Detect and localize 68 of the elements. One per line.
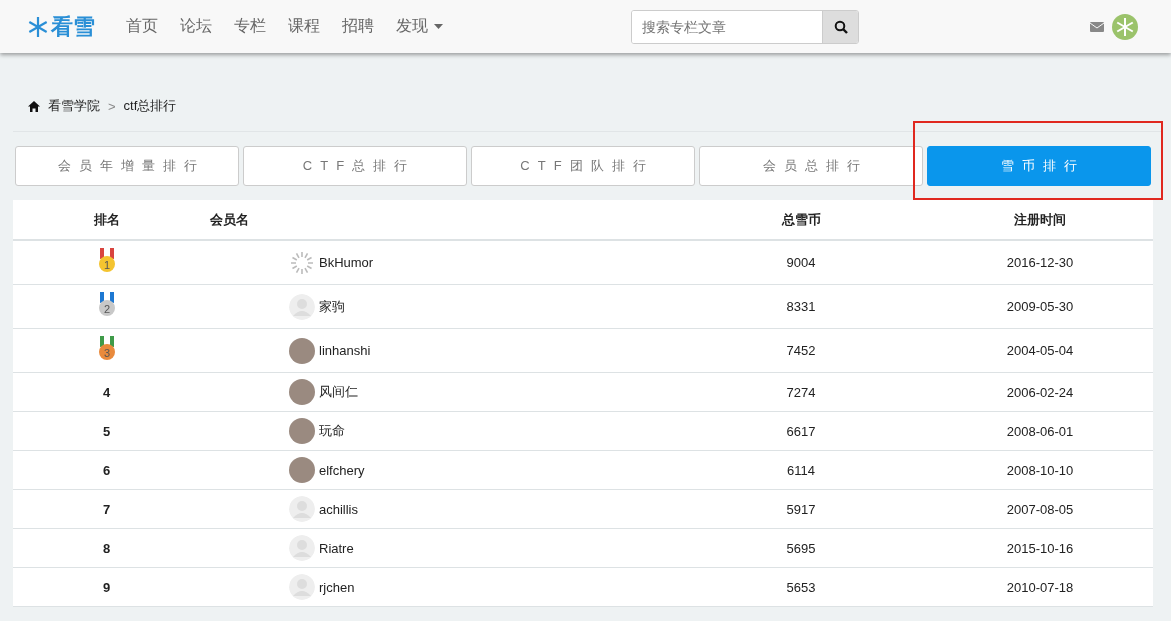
column-header: 注册时间 <box>927 200 1153 240</box>
member-name[interactable]: elfchery <box>319 462 365 478</box>
avatar-icon <box>289 574 315 600</box>
avatar-icon <box>289 496 315 522</box>
avatar-photo <box>289 337 315 364</box>
member-name[interactable]: achillis <box>319 501 358 517</box>
avatar-photo <box>289 457 315 483</box>
rank-number: 8 <box>102 540 111 556</box>
avatar-icon <box>289 293 315 320</box>
avatar-photo <box>289 379 315 405</box>
member-name[interactable]: 家驹 <box>319 297 345 316</box>
breadcrumb-link[interactable]: ctf总排行 <box>123 97 177 115</box>
table-cell: 2016-12-30 <box>927 240 1153 285</box>
column-header: 总雪币 <box>675 200 927 240</box>
rank-number: 9 <box>102 579 111 595</box>
nav-link[interactable]: 课程 <box>277 16 331 37</box>
rank-number: 7 <box>102 501 111 517</box>
table-cell: 6617 <box>675 411 927 451</box>
table-cell: 2010-07-18 <box>927 567 1153 607</box>
column-header: 排名 <box>13 200 200 240</box>
snowflake-avatar-icon[interactable] <box>1112 13 1138 40</box>
ranking-tab[interactable]: 雪币排行 <box>927 146 1151 186</box>
avatar-photo <box>289 418 315 444</box>
nav-link[interactable]: 发现 <box>385 16 454 37</box>
table-cell: 2007-08-05 <box>927 489 1153 529</box>
ranking-tab[interactable]: 会员总排行 <box>699 146 923 186</box>
breadcrumb-link[interactable]: 看雪学院 <box>48 97 100 115</box>
ranking-tab[interactable]: CTF团队排行 <box>471 146 695 186</box>
table-cell: 7452 <box>675 328 927 373</box>
table-cell: 9004 <box>675 240 927 285</box>
breadcrumb-separator: > <box>108 98 116 114</box>
member-name[interactable]: linhanshi <box>319 343 371 358</box>
search-field[interactable]: 搜索专栏文章 <box>631 9 859 44</box>
snowflake-icon <box>27 15 49 38</box>
home-icon <box>28 100 40 112</box>
table-cell: 2004-05-04 <box>927 328 1153 373</box>
table-cell: 8331 <box>675 284 927 329</box>
member-name[interactable]: rjchen <box>319 579 355 595</box>
rank-number: 4 <box>102 384 111 400</box>
table-cell: 6114 <box>675 450 927 490</box>
mail-icon[interactable] <box>1090 21 1104 32</box>
nav-link[interactable]: 论坛 <box>169 16 223 37</box>
table-cell: 2006-02-24 <box>927 372 1153 412</box>
member-name[interactable]: BkHumor <box>319 255 374 270</box>
table-cell: 5917 <box>675 489 927 529</box>
member-name[interactable]: 玩命 <box>319 422 345 440</box>
table-cell: 2008-06-01 <box>927 411 1153 451</box>
search-icon <box>833 19 848 34</box>
ranking-tab[interactable]: CTF总排行 <box>243 146 467 186</box>
ranking-tab[interactable]: 会员年增量排行 <box>15 146 239 186</box>
member-name[interactable]: 风间仁 <box>319 383 358 401</box>
table-cell: 2015-10-16 <box>927 528 1153 568</box>
loading-spinner-icon <box>289 249 315 276</box>
rank-number: 5 <box>102 423 111 439</box>
column-header: 会员名 <box>200 200 675 240</box>
table-cell: 7274 <box>675 372 927 412</box>
table-cell: 5653 <box>675 567 927 607</box>
table-cell: 2008-10-10 <box>927 450 1153 490</box>
member-name[interactable]: Riatre <box>319 540 354 556</box>
nav-link[interactable]: 首页 <box>115 16 169 37</box>
table-cell: 5695 <box>675 528 927 568</box>
nav-link[interactable]: 招聘 <box>331 16 385 37</box>
rank-number: 6 <box>102 462 111 478</box>
nav-link[interactable]: 专栏 <box>223 16 277 37</box>
avatar-icon <box>289 535 315 561</box>
search-button[interactable] <box>822 10 858 43</box>
table-cell: 2009-05-30 <box>927 284 1153 329</box>
logo[interactable]: 看雪 <box>27 11 95 42</box>
